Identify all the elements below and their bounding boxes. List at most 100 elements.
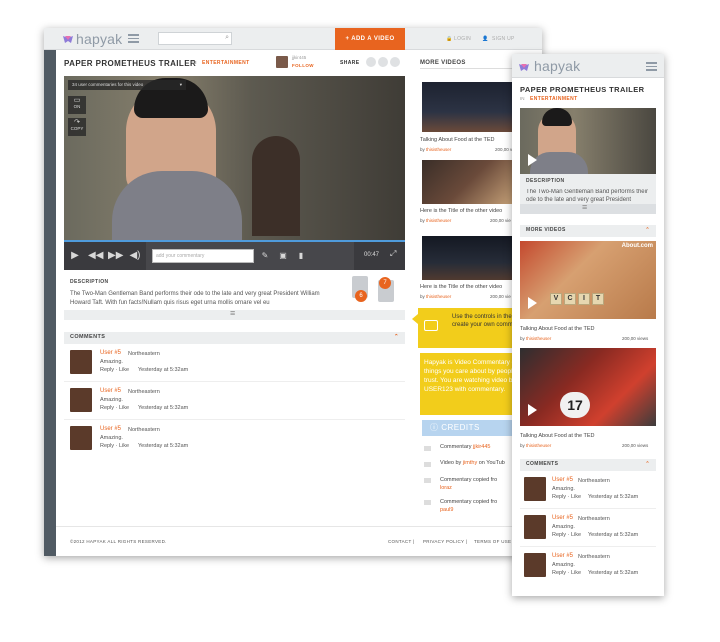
video-author[interactable]: thisistheuser xyxy=(426,147,451,152)
comment-actions[interactable]: Reply · Like xyxy=(552,494,581,500)
signup-link[interactable]: SIGN UP xyxy=(492,36,515,42)
footer-divider xyxy=(56,526,542,527)
comment-time: Yesterday at 5:32am xyxy=(588,532,639,538)
avatar[interactable] xyxy=(70,350,92,374)
play-icon[interactable]: ▶ xyxy=(68,245,82,267)
user-handle[interactable]: jjkir445 xyxy=(292,55,306,60)
video-thumbnail[interactable] xyxy=(422,236,516,280)
video-author[interactable]: thisistheuser xyxy=(526,443,551,448)
comment-user[interactable]: User #5 xyxy=(100,388,121,394)
logo[interactable]: hapyak xyxy=(534,58,580,74)
avatar[interactable] xyxy=(524,515,546,539)
video-thumbnail[interactable] xyxy=(422,82,516,132)
play-icon[interactable] xyxy=(528,154,537,166)
search-input[interactable]: ⌕ xyxy=(158,32,232,45)
video-views: 200,00 views xyxy=(622,443,649,448)
info-icon: ⓘ xyxy=(430,423,442,432)
video-author[interactable]: thisistheuser xyxy=(426,218,451,223)
credit-user[interactable]: paul9 xyxy=(440,507,453,513)
menu-icon[interactable] xyxy=(646,62,657,71)
comment-icon: ▭ xyxy=(73,97,81,104)
copy-button[interactable]: ↷ COPY xyxy=(68,118,86,136)
comment-user[interactable]: User #5 xyxy=(100,350,121,356)
credit-user[interactable]: jjkir445 xyxy=(473,444,490,450)
expand-description-handle[interactable]: ≡ xyxy=(520,202,656,214)
bg-person xyxy=(252,136,300,236)
fast-forward-icon[interactable]: ▶▶ xyxy=(108,245,123,267)
video-player[interactable] xyxy=(520,108,656,174)
comment-item: User #5 Northeastern Amazing. Reply · Li… xyxy=(64,422,405,458)
toggle-on-button[interactable]: ▭ ON xyxy=(68,96,86,114)
footer-contact-link[interactable]: CONTACT | xyxy=(388,539,414,544)
video-title-link[interactable]: Here is the Title of the other video xyxy=(420,284,502,290)
avatar[interactable] xyxy=(524,553,546,577)
video-author[interactable]: thisistheuser xyxy=(526,336,551,341)
comment-user[interactable]: User #5 xyxy=(552,477,573,483)
commentaries-dropdown[interactable]: 34 user commentaries for this video ▾ xyxy=(68,80,186,90)
category-link[interactable]: ENTERTAINMENT xyxy=(202,60,250,66)
login-link[interactable]: LOGIN xyxy=(454,36,471,42)
video-thumbnail[interactable] xyxy=(422,160,516,204)
category-link[interactable]: ENTERTAINMENT xyxy=(530,96,578,102)
logo[interactable]: hapyak xyxy=(76,31,122,47)
video-author[interactable]: thisistheuser xyxy=(426,294,451,299)
chevron-up-icon: ⌃ xyxy=(393,334,399,340)
fullscreen-icon[interactable]: ⤢ xyxy=(390,249,396,259)
video-title-link[interactable]: Talking About Food at the TED xyxy=(520,433,595,439)
comment-actions[interactable]: Reply · Like xyxy=(552,532,581,538)
rewind-icon[interactable]: ◀◀ xyxy=(88,245,103,267)
avatar[interactable] xyxy=(70,388,92,412)
video-by: by thisistheuser xyxy=(520,336,552,341)
credit-suffix: on YouTub xyxy=(477,460,505,466)
play-icon[interactable] xyxy=(528,404,537,416)
comment-user[interactable]: User #5 xyxy=(552,553,573,559)
commentary-input[interactable]: add your commentary xyxy=(152,249,254,263)
expand-description-handle[interactable]: ≡ xyxy=(64,308,405,320)
bookmark-icon[interactable]: ▮ xyxy=(294,245,308,267)
follow-button[interactable]: FOLLOW xyxy=(292,63,314,68)
facebook-icon[interactable] xyxy=(366,57,376,67)
video-title-link[interactable]: Talking About Food at the TED xyxy=(520,326,595,332)
comment-actions[interactable]: Reply · Like xyxy=(100,367,129,373)
avatar[interactable] xyxy=(276,56,288,68)
credit-user[interactable]: jimthy xyxy=(463,460,477,466)
footer-terms-link[interactable]: TERMS OF USE xyxy=(474,539,511,544)
email-icon[interactable] xyxy=(390,57,400,67)
video-title: PAPER PROMETHEUS TRAILER xyxy=(520,85,645,94)
comment-actions[interactable]: Reply · Like xyxy=(100,443,129,449)
comment-time: Yesterday at 5:32am xyxy=(588,494,639,500)
play-icon[interactable] xyxy=(528,297,537,309)
kart-number: 17 xyxy=(560,392,590,418)
video-by: by thisistheuser xyxy=(520,443,552,448)
image-icon[interactable]: ▣ xyxy=(276,245,290,267)
video-thumbnail[interactable]: About.com V C I T xyxy=(520,241,656,319)
pencil-icon[interactable]: ✎ xyxy=(258,245,272,267)
avatar[interactable] xyxy=(524,477,546,501)
comment-item: User #5 Northeastern Amazing. Reply · Li… xyxy=(520,549,656,585)
twitter-icon[interactable] xyxy=(378,57,388,67)
comment-user[interactable]: User #5 xyxy=(100,426,121,432)
tooltip-arrow xyxy=(412,314,418,324)
comment-actions[interactable]: Reply · Like xyxy=(552,570,581,576)
credit-user[interactable]: loraz xyxy=(440,485,452,491)
description-label: DESCRIPTION xyxy=(526,178,565,184)
video-player[interactable]: 34 user commentaries for this video ▾ ▭ … xyxy=(64,76,405,242)
avatar[interactable] xyxy=(70,426,92,450)
comments-header[interactable]: COMMENTS ⌃ xyxy=(520,459,656,471)
add-video-button[interactable]: + ADD A VIDEO xyxy=(335,28,405,50)
more-videos-header[interactable]: MORE VIDEOS ⌃ xyxy=(520,225,656,237)
chevron-up-icon: ⌃ xyxy=(645,461,650,467)
volume-icon[interactable]: ◀) xyxy=(128,245,142,267)
video-title-link[interactable]: Here is the Title of the other video xyxy=(420,208,502,214)
comment-actions[interactable]: Reply · Like xyxy=(100,405,129,411)
comment-user[interactable]: User #5 xyxy=(552,515,573,521)
menu-icon[interactable] xyxy=(128,34,139,43)
comment-time: Yesterday at 5:32am xyxy=(138,405,189,411)
video-views: 200,00 views xyxy=(622,336,649,341)
commentaries-label: 34 user commentaries for this video xyxy=(72,82,144,87)
footer-privacy-link[interactable]: PRIVACY POLICY | xyxy=(423,539,467,544)
comments-header[interactable]: COMMENTS ⌃ xyxy=(64,332,405,344)
comment-item: User #5 Northeastern Amazing. Reply · Li… xyxy=(520,511,656,547)
video-title-link[interactable]: Talking About Food at the TED xyxy=(420,137,495,143)
video-thumbnail[interactable]: 17 xyxy=(520,348,656,426)
